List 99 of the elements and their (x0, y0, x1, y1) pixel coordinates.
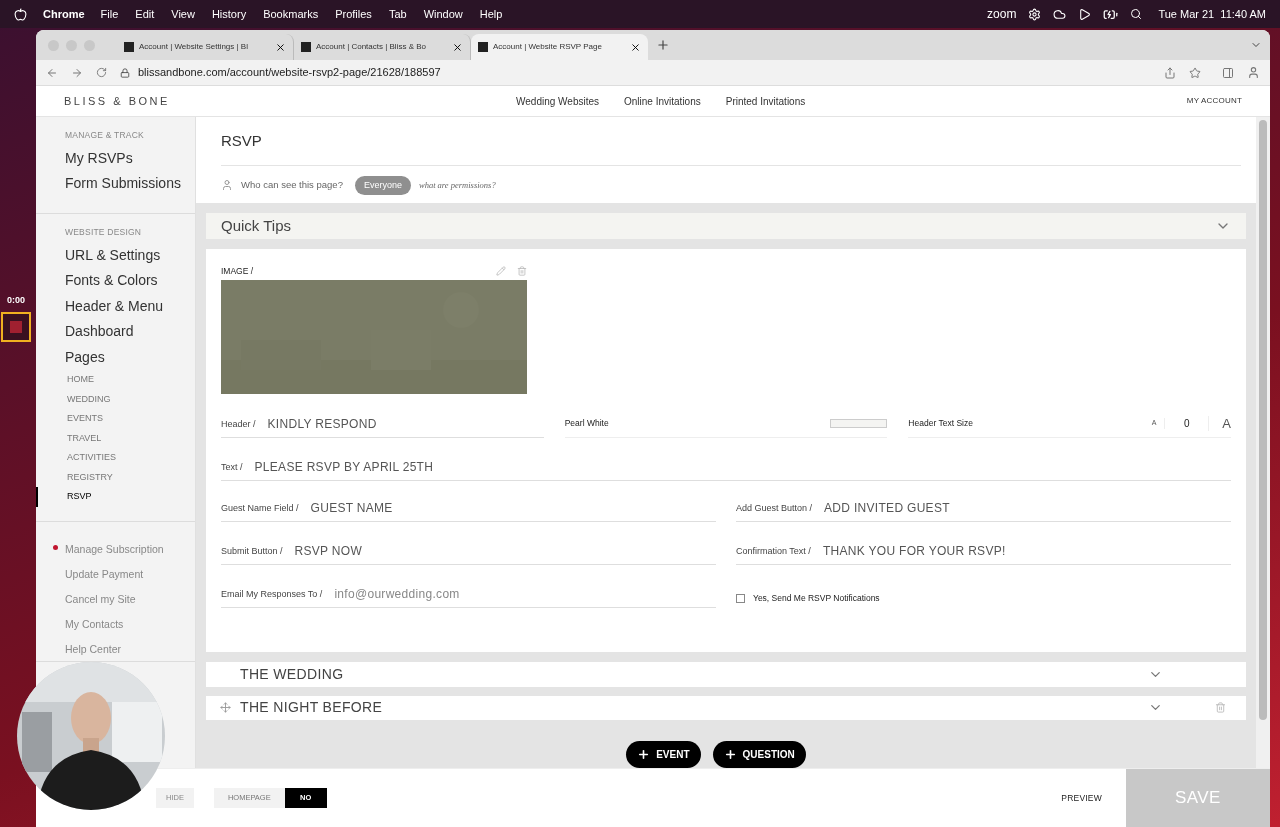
forward-icon[interactable] (71, 66, 83, 79)
quick-tips-title: Quick Tips (221, 215, 293, 236)
field-label: Guest Name Field / (221, 501, 299, 515)
checkbox-label: Yes, Send Me RSVP Notifications (753, 592, 880, 606)
color-name: Pearl White (564, 417, 610, 430)
search-icon[interactable] (1130, 8, 1143, 20)
lock-icon (120, 67, 130, 78)
favicon-icon (478, 42, 488, 52)
back-icon[interactable] (46, 66, 58, 79)
preview-button[interactable]: PREVIEW (1061, 791, 1102, 805)
gear-icon[interactable] (1028, 7, 1042, 21)
header-size-label: Header Text Size (908, 417, 974, 430)
menu-clock[interactable]: Tue Mar 21 11:40 AM (1158, 5, 1266, 23)
menu-item[interactable]: Profiles (335, 5, 372, 23)
add-button[interactable]: EVENT (626, 741, 701, 768)
sidebar-heading: MANAGE & TRACK (64, 129, 145, 142)
page-item[interactable]: ACTIVITIES (36, 448, 195, 468)
field-label: Submit Button / (221, 544, 283, 558)
event-row[interactable]: THE NIGHT BEFORE (206, 695, 1246, 720)
close-tab-icon[interactable] (452, 41, 463, 53)
zoom-status-item[interactable]: zoom (987, 5, 1017, 23)
menu-app-name[interactable]: Chrome (43, 5, 85, 23)
browser-tab[interactable]: Account | Website RSVP Page (471, 34, 648, 60)
cloud-icon[interactable] (1053, 7, 1067, 21)
page-item[interactable]: REGISTRY (36, 467, 195, 487)
plus-icon (723, 748, 737, 761)
sidebar-heading: WEBSITE DESIGN (64, 225, 143, 239)
page-item[interactable]: TRAVEL (36, 428, 195, 448)
menu-item[interactable]: Help (479, 5, 503, 23)
menu-item[interactable]: Window (423, 5, 463, 23)
site-nav-link[interactable]: Online Invitations (624, 93, 701, 109)
menu-item[interactable]: File (100, 5, 119, 23)
play-icon[interactable] (1078, 7, 1092, 21)
stop-recording-button[interactable] (1, 311, 31, 342)
close-tab-icon[interactable] (630, 41, 641, 53)
plus-icon (637, 748, 651, 761)
event-row[interactable]: THE WEDDING (206, 662, 1246, 687)
input-field[interactable]: RSVP NOW (294, 542, 716, 561)
input-field[interactable]: info@ourwedding.com (334, 585, 716, 604)
page-title: RSVP (221, 130, 1241, 166)
permissions-help-link[interactable]: what are permissions? (418, 178, 496, 192)
permission-label: Who can see this page? (241, 178, 343, 193)
image-label: IMAGE / (221, 265, 255, 278)
event-title: THE NIGHT BEFORE (240, 698, 384, 718)
input-field[interactable]: PLEASE RSVP BY APRIL 25TH (254, 458, 1231, 477)
page-item[interactable]: EVENTS (36, 409, 195, 429)
person-icon (221, 179, 233, 192)
tab-title: Account | Website Settings | Bl (139, 41, 249, 53)
apple-icon[interactable] (14, 7, 27, 21)
menu-item[interactable]: View (171, 5, 195, 23)
favicon-icon (301, 42, 311, 52)
color-swatch[interactable] (830, 419, 888, 428)
sidebar-item[interactable]: Fonts & Colors (36, 268, 195, 294)
menu-item[interactable]: Edit (135, 5, 155, 23)
increase-size-button[interactable]: A (1209, 413, 1231, 434)
new-tab-icon[interactable] (656, 38, 670, 52)
site-nav-link[interactable]: Wedding Websites (516, 93, 599, 109)
tab-title: Account | Website RSVP Page (493, 41, 603, 53)
checkbox[interactable] (736, 594, 745, 604)
input-field[interactable]: ADD INVITED GUEST (824, 499, 1231, 518)
field-label: Confirmation Text / (736, 544, 811, 558)
menu-item[interactable]: Bookmarks (263, 5, 319, 23)
share-icon[interactable] (1164, 66, 1176, 79)
event-title: THE WEDDING (240, 664, 345, 684)
bookmark-star-icon[interactable] (1189, 66, 1201, 79)
url-text: blissandbone.com/account/website-rsvp2-page/21628/188597 (138, 65, 441, 81)
page-item[interactable]: HOME (36, 370, 195, 390)
scrollbar[interactable] (1256, 117, 1270, 768)
input-field[interactable]: THANK YOU FOR YOUR RSVP! (822, 542, 1231, 561)
sidebar-item[interactable]: Header & Menu (36, 293, 195, 319)
sidebar-item[interactable]: Pages (36, 344, 195, 370)
field-label: Email My Responses To / (221, 587, 323, 601)
size-value: 0 (1165, 416, 1210, 431)
page-item[interactable]: WEDDING (36, 389, 195, 409)
close-tab-icon[interactable] (275, 41, 286, 53)
side-panel-icon[interactable] (1222, 66, 1234, 79)
drag-handle-icon[interactable] (220, 702, 231, 714)
menu-item[interactable]: History (211, 5, 247, 23)
add-button[interactable]: QUESTION (712, 741, 806, 768)
sidebar-item[interactable]: My RSVPs (36, 145, 195, 172)
input-field[interactable]: GUEST NAME (310, 499, 716, 518)
field-label: Add Guest Button / (736, 501, 813, 515)
my-account-link[interactable]: MY ACCOUNT (1186, 95, 1242, 107)
menu-item[interactable]: Tab (388, 5, 407, 23)
sidebar-item[interactable]: Form Submissions (36, 171, 195, 197)
sidebar-item[interactable]: URL & Settings (36, 242, 195, 268)
tab-title: Account | Contacts | Bliss & Bo (316, 41, 427, 53)
input-field[interactable]: KINDLY RESPOND (267, 415, 544, 434)
field-label: Text / (221, 460, 243, 474)
reload-icon[interactable] (96, 67, 107, 78)
site-logo[interactable]: BLISS & BONE (64, 92, 464, 110)
field-label: Header / (221, 417, 256, 431)
quick-tips-bar[interactable]: Quick Tips (206, 213, 1246, 239)
sidebar-item[interactable]: Dashboard (36, 319, 195, 345)
profile-icon[interactable] (1247, 66, 1260, 79)
recording-time: 0:00 (7, 294, 25, 307)
trash-icon[interactable] (517, 266, 527, 277)
favicon-icon (124, 42, 134, 52)
site-nav-link[interactable]: Printed Invitations (725, 93, 806, 109)
